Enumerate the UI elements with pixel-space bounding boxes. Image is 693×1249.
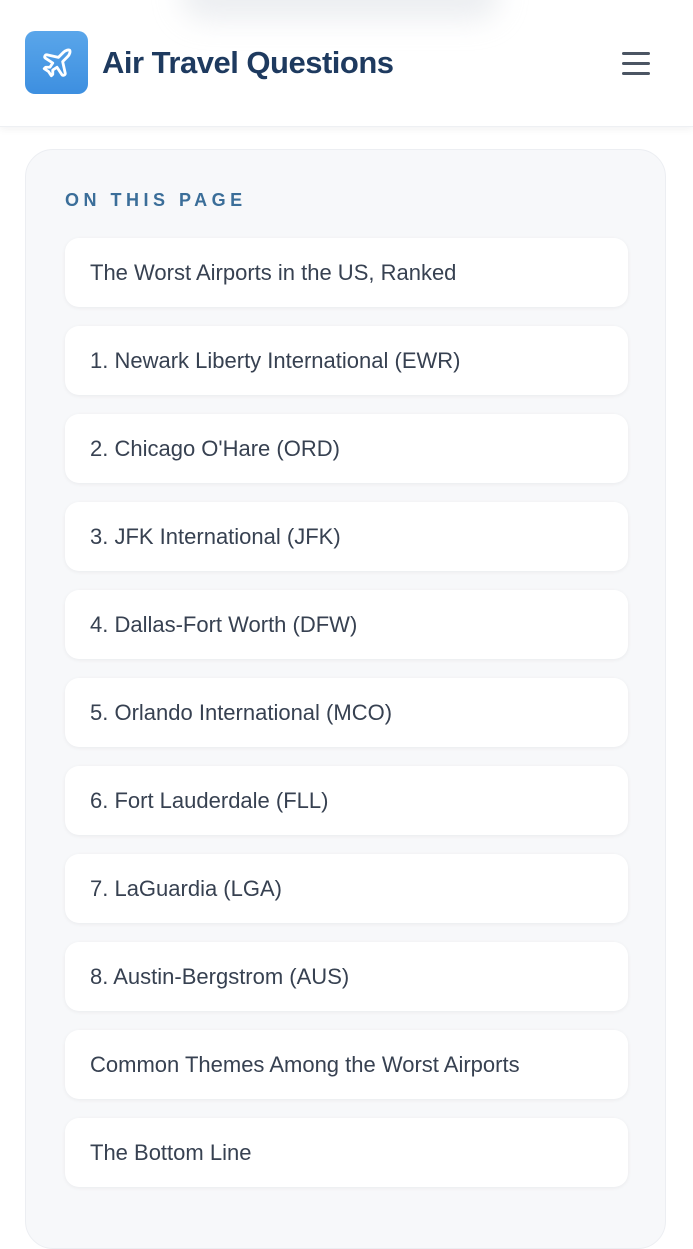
toc-item[interactable]: 3. JFK International (JFK) bbox=[65, 502, 628, 571]
hamburger-menu-icon[interactable] bbox=[614, 44, 658, 82]
header-blur-decoration bbox=[180, 0, 500, 20]
toc-link[interactable]: 8. Austin-Bergstrom (AUS) bbox=[90, 964, 349, 990]
toc-link[interactable]: 7. LaGuardia (LGA) bbox=[90, 876, 282, 902]
menu-bar bbox=[622, 71, 650, 75]
toc-list: The Worst Airports in the US, Ranked 1. … bbox=[65, 238, 628, 1206]
toc-link[interactable]: The Worst Airports in the US, Ranked bbox=[90, 260, 456, 286]
toc-link[interactable]: Common Themes Among the Worst Airports bbox=[90, 1052, 520, 1078]
toc-item[interactable]: 4. Dallas-Fort Worth (DFW) bbox=[65, 590, 628, 659]
airplane-icon[interactable] bbox=[25, 31, 88, 94]
toc-item[interactable]: 8. Austin-Bergstrom (AUS) bbox=[65, 942, 628, 1011]
toc-item[interactable]: Common Themes Among the Worst Airports bbox=[65, 1030, 628, 1099]
toc-item[interactable]: 2. Chicago O'Hare (ORD) bbox=[65, 414, 628, 483]
toc-link[interactable]: 3. JFK International (JFK) bbox=[90, 524, 341, 550]
toc-link[interactable]: 6. Fort Lauderdale (FLL) bbox=[90, 788, 328, 814]
site-title[interactable]: Air Travel Questions bbox=[102, 40, 394, 86]
toc-link[interactable]: The Bottom Line bbox=[90, 1140, 251, 1166]
menu-bar bbox=[622, 61, 650, 65]
toc-item[interactable]: 6. Fort Lauderdale (FLL) bbox=[65, 766, 628, 835]
site-header: Air Travel Questions bbox=[0, 0, 693, 127]
toc-link[interactable]: 5. Orlando International (MCO) bbox=[90, 700, 392, 726]
toc-item[interactable]: The Bottom Line bbox=[65, 1118, 628, 1187]
toc-heading: ON THIS PAGE bbox=[65, 190, 247, 210]
toc-item[interactable]: 7. LaGuardia (LGA) bbox=[65, 854, 628, 923]
toc-item[interactable]: The Worst Airports in the US, Ranked bbox=[65, 238, 628, 307]
menu-bar bbox=[622, 51, 650, 55]
toc-link[interactable]: 4. Dallas-Fort Worth (DFW) bbox=[90, 612, 357, 638]
toc-item[interactable]: 1. Newark Liberty International (EWR) bbox=[65, 326, 628, 395]
toc-link[interactable]: 1. Newark Liberty International (EWR) bbox=[90, 348, 460, 374]
toc-link[interactable]: 2. Chicago O'Hare (ORD) bbox=[90, 436, 340, 462]
toc-item[interactable]: 5. Orlando International (MCO) bbox=[65, 678, 628, 747]
